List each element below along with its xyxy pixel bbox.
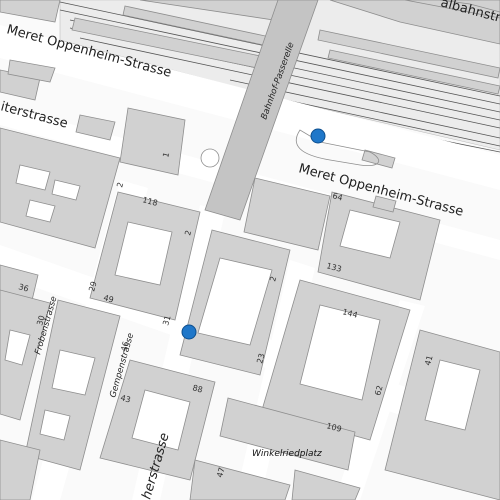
- street-map[interactable]: Meret Oppenheim-Strasse Meret Oppenheim-…: [0, 0, 500, 500]
- place-label-winkelriedplatz: Winkelriedplatz: [252, 449, 322, 459]
- map-view[interactable]: Meret Oppenheim-Strasse Meret Oppenheim-…: [0, 0, 500, 500]
- location-marker-north-icon[interactable]: [310, 128, 326, 144]
- location-marker-west-icon[interactable]: [181, 324, 197, 340]
- round-structure-icon: [200, 148, 220, 168]
